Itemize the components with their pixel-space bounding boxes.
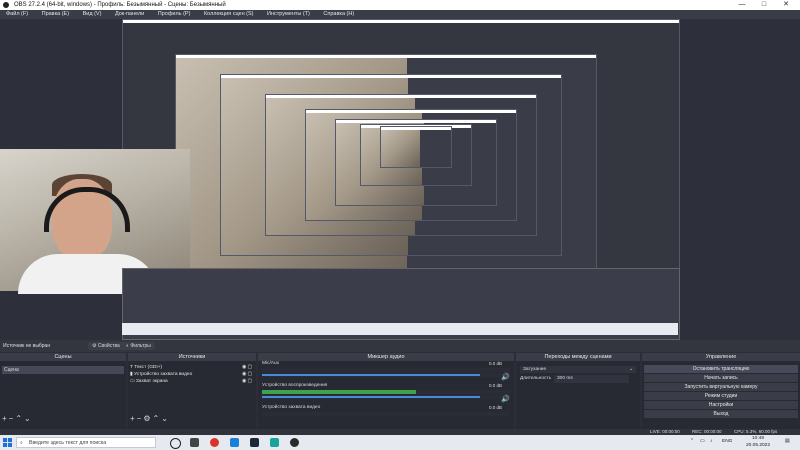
down-icon[interactable]: ⌄	[24, 414, 33, 423]
menu-bar: Файл (F) Правка (E) Вид (V) Док-панели П…	[0, 10, 800, 19]
source-toolbar: +−⚙⌃⌄	[130, 414, 170, 423]
menu-view[interactable]: Вид (V)	[77, 10, 108, 19]
source-item[interactable]: ▭ Захват экрана ◉ ▢	[128, 378, 256, 385]
settings-button[interactable]: Настройки	[644, 401, 798, 409]
exit-button[interactable]: Выход	[644, 410, 798, 418]
start-recording-button[interactable]: Начать запись	[644, 374, 798, 382]
taskbar-search-input[interactable]: ⌕ Введите здесь текст для поиска	[16, 437, 156, 448]
obs-logo-icon	[3, 2, 9, 8]
visibility-icon[interactable]: ◉ ▢	[242, 371, 252, 378]
cortana-icon[interactable]	[170, 438, 181, 449]
edge-icon[interactable]	[230, 438, 239, 447]
add-icon[interactable]: +	[130, 414, 137, 423]
task-view-icon[interactable]	[190, 438, 199, 447]
source-item[interactable]: ▮ Устройство захвата видео ◉ ▢	[128, 371, 256, 378]
channel-db: 0.0 dB	[488, 405, 502, 410]
volume-slider[interactable]	[262, 374, 481, 376]
preview-canvas[interactable]	[0, 19, 800, 340]
nested-taskbar	[122, 323, 678, 335]
menu-file[interactable]: Файл (F)	[0, 10, 34, 19]
add-icon[interactable]: +	[2, 414, 9, 423]
no-source-label: Источник не выбран	[3, 343, 51, 349]
menu-help[interactable]: Справка (H)	[317, 10, 360, 19]
menu-scene-collection[interactable]: Коллекция сцен (S)	[198, 10, 260, 19]
tray-arrow-icon[interactable]: ⌃	[690, 439, 694, 444]
duration-label: Длительность	[520, 376, 552, 381]
stop-streaming-button[interactable]: Остановить трансляцию	[644, 365, 798, 373]
volume-icon[interactable]: ♪	[710, 439, 712, 444]
controls-dock: Управление Остановить трансляцию Начать …	[642, 353, 800, 429]
volume-slider[interactable]	[262, 396, 481, 398]
menu-docks[interactable]: Док-панели	[109, 10, 150, 19]
text-icon: T	[130, 365, 133, 370]
visibility-icon[interactable]: ◉ ▢	[242, 364, 252, 371]
clock-date[interactable]: 20.05.2022	[746, 443, 770, 448]
speaker-icon[interactable]: 🔊	[501, 373, 510, 381]
channel-name: Mic/Aux	[262, 361, 280, 366]
opera-icon[interactable]	[210, 438, 219, 447]
scene-toolbar: +−⌃⌄	[2, 414, 33, 423]
app-icon[interactable]	[270, 438, 279, 447]
language-indicator[interactable]: ENG	[722, 439, 732, 444]
source-toolbar: Источник не выбран ⚙ Свойства ◐ Фильтры	[0, 340, 800, 352]
chevron-down-icon: ⌄	[628, 367, 633, 372]
channel-name: Устройство захвата видео	[262, 405, 321, 410]
windows-start-icon[interactable]	[3, 438, 12, 447]
up-icon[interactable]: ⌃	[153, 414, 162, 423]
menu-edit[interactable]: Правка (E)	[36, 10, 75, 19]
obs-taskbar-icon[interactable]	[290, 438, 299, 447]
mixer-channel: Устройство захвата видео 0.0 dB	[258, 405, 514, 427]
channel-db: 0.0 dB	[488, 361, 502, 366]
transition-select[interactable]: Затухание ⌄	[520, 366, 636, 373]
sources-dock: Источники T Текст (GDI+) ◉ ▢ ▮ Устройств…	[128, 353, 256, 429]
transitions-dock: Переходы между сценами Затухание ⌄ Длите…	[516, 353, 640, 429]
controls-header: Управление	[642, 353, 800, 361]
studio-mode-button[interactable]: Режим студии	[644, 392, 798, 400]
notification-icon[interactable]: ▤	[785, 439, 790, 444]
clock-time[interactable]: 10:48	[752, 436, 764, 441]
duration-row: Длительность 300 ms	[516, 375, 640, 383]
down-icon[interactable]: ⌄	[161, 414, 170, 423]
source-item[interactable]: T Текст (GDI+) ◉ ▢	[128, 364, 256, 371]
up-icon[interactable]: ⌃	[15, 414, 24, 423]
window-titlebar: OBS 27.2.4 (64-bit, windows) - Профиль: …	[0, 0, 800, 10]
visibility-icon[interactable]: ◉ ▢	[242, 378, 252, 385]
audio-mixer-dock: Микшер аудио Mic/Aux 0.0 dB 🔊 Устройство…	[258, 353, 514, 429]
scenes-header: Сцены	[0, 353, 126, 361]
camera-icon: ▮	[130, 372, 133, 377]
channel-name: Устройство воспроизведения	[262, 383, 328, 388]
close-button[interactable]: ✕	[776, 0, 796, 10]
menu-profile[interactable]: Профиль (P)	[152, 10, 197, 19]
mixer-header: Микшер аудио	[258, 353, 514, 361]
windows-taskbar: ⌕ Введите здесь текст для поиска ⌃ ▭ ♪ E…	[0, 435, 800, 450]
mixer-channel: Устройство воспроизведения 0.0 dB 🔊	[258, 383, 514, 405]
sources-header: Источники	[128, 353, 256, 361]
search-icon: ⌕	[20, 440, 23, 446]
start-virtual-camera-button[interactable]: Запустить виртуальную камеру	[644, 383, 798, 391]
mixer-channel: Mic/Aux 0.0 dB 🔊	[258, 361, 514, 383]
steam-icon[interactable]	[250, 438, 259, 447]
properties-button[interactable]: ⚙ Свойства	[88, 342, 124, 350]
gear-icon[interactable]: ⚙	[143, 414, 152, 423]
maximize-button[interactable]: □	[754, 0, 774, 10]
channel-db: 0.0 dB	[488, 383, 502, 388]
filters-button[interactable]: ◐ Фильтры	[122, 342, 155, 350]
window-title: OBS 27.2.4 (64-bit, windows) - Профиль: …	[14, 2, 226, 8]
speaker-icon[interactable]: 🔊	[501, 395, 510, 403]
level-meter	[262, 390, 416, 394]
menu-tools[interactable]: Инструменты (T)	[261, 10, 316, 19]
scenes-dock: Сцены Сцена +−⌃⌄	[0, 353, 126, 429]
recursive-frame	[380, 126, 452, 168]
duration-input[interactable]: 300 ms	[554, 375, 629, 383]
transitions-header: Переходы между сценами	[516, 353, 640, 361]
scene-item[interactable]: Сцена	[2, 366, 124, 374]
minimize-button[interactable]: —	[732, 0, 752, 10]
network-icon[interactable]: ▭	[700, 439, 705, 444]
monitor-icon: ▭	[130, 379, 135, 384]
